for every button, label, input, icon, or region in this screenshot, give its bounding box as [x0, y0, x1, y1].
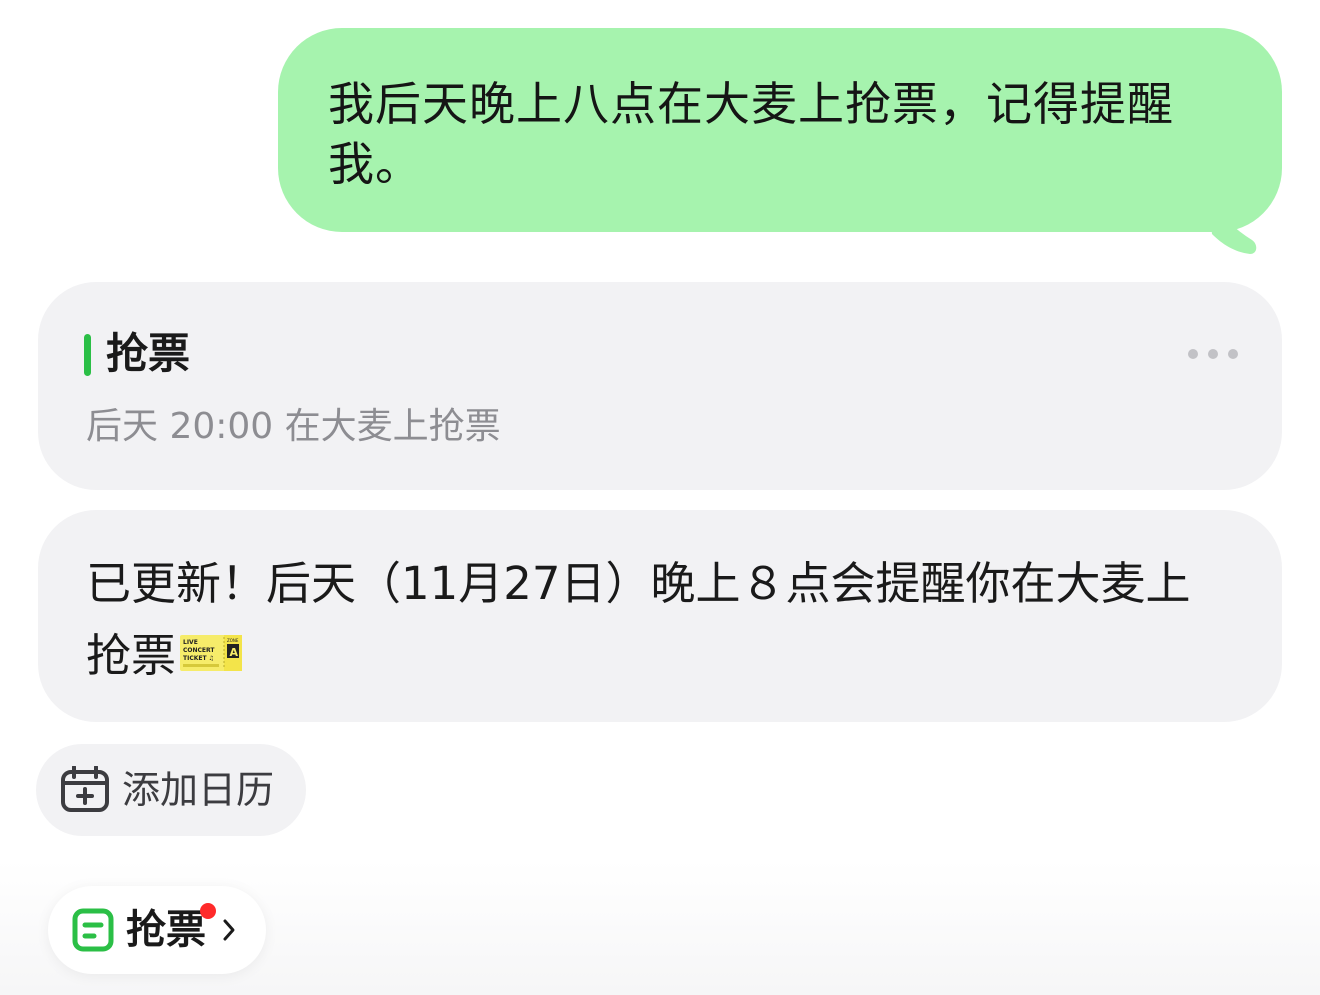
chevron-right-icon [223, 919, 235, 941]
reminder-title: 抢票 [106, 329, 191, 378]
reminder-accent-bar [84, 334, 91, 376]
assistant-reply-bubble: 已更新！后天（11月27日）晚上８点会提醒你在大麦上抢票 LIVE CONCER… [38, 510, 1282, 722]
chat-page: 我后天晚上八点在大麦上抢票，记得提醒我。 抢票 后天 20:00 在大麦上抢票 … [0, 0, 1320, 995]
svg-text:TICKET ♫: TICKET ♫ [183, 655, 214, 662]
user-message-text: 我后天晚上八点在大麦上抢票，记得提醒我。 [328, 77, 1174, 191]
add-calendar-button[interactable]: 添加日历 [36, 744, 306, 836]
svg-text:ZONE: ZONE [227, 638, 239, 643]
more-horizontal-icon[interactable] [1188, 342, 1238, 366]
reminder-card[interactable]: 抢票 后天 20:00 在大麦上抢票 [38, 282, 1282, 490]
task-chip[interactable]: 抢票 [48, 886, 266, 974]
svg-text:LIVE: LIVE [183, 639, 198, 646]
svg-text:A: A [230, 646, 239, 659]
add-calendar-label: 添加日历 [122, 768, 275, 812]
ticket-emoji: LIVE CONCERT TICKET ♫ ZONE A [180, 635, 243, 671]
note-icon [72, 908, 114, 952]
task-chip-text: 抢票 [126, 907, 206, 953]
bubble-tail [1208, 196, 1257, 254]
task-chip-label: 抢票 [126, 903, 216, 955]
assistant-reply-text: 已更新！后天（11月27日）晚上８点会提醒你在大麦上抢票 [86, 557, 1191, 682]
notification-dot [200, 903, 216, 919]
svg-text:CONCERT: CONCERT [183, 647, 215, 654]
user-message-bubble: 我后天晚上八点在大麦上抢票，记得提醒我。 [278, 28, 1282, 232]
reminder-detail: 后天 20:00 在大麦上抢票 [86, 406, 501, 447]
calendar-add-icon [61, 766, 109, 812]
